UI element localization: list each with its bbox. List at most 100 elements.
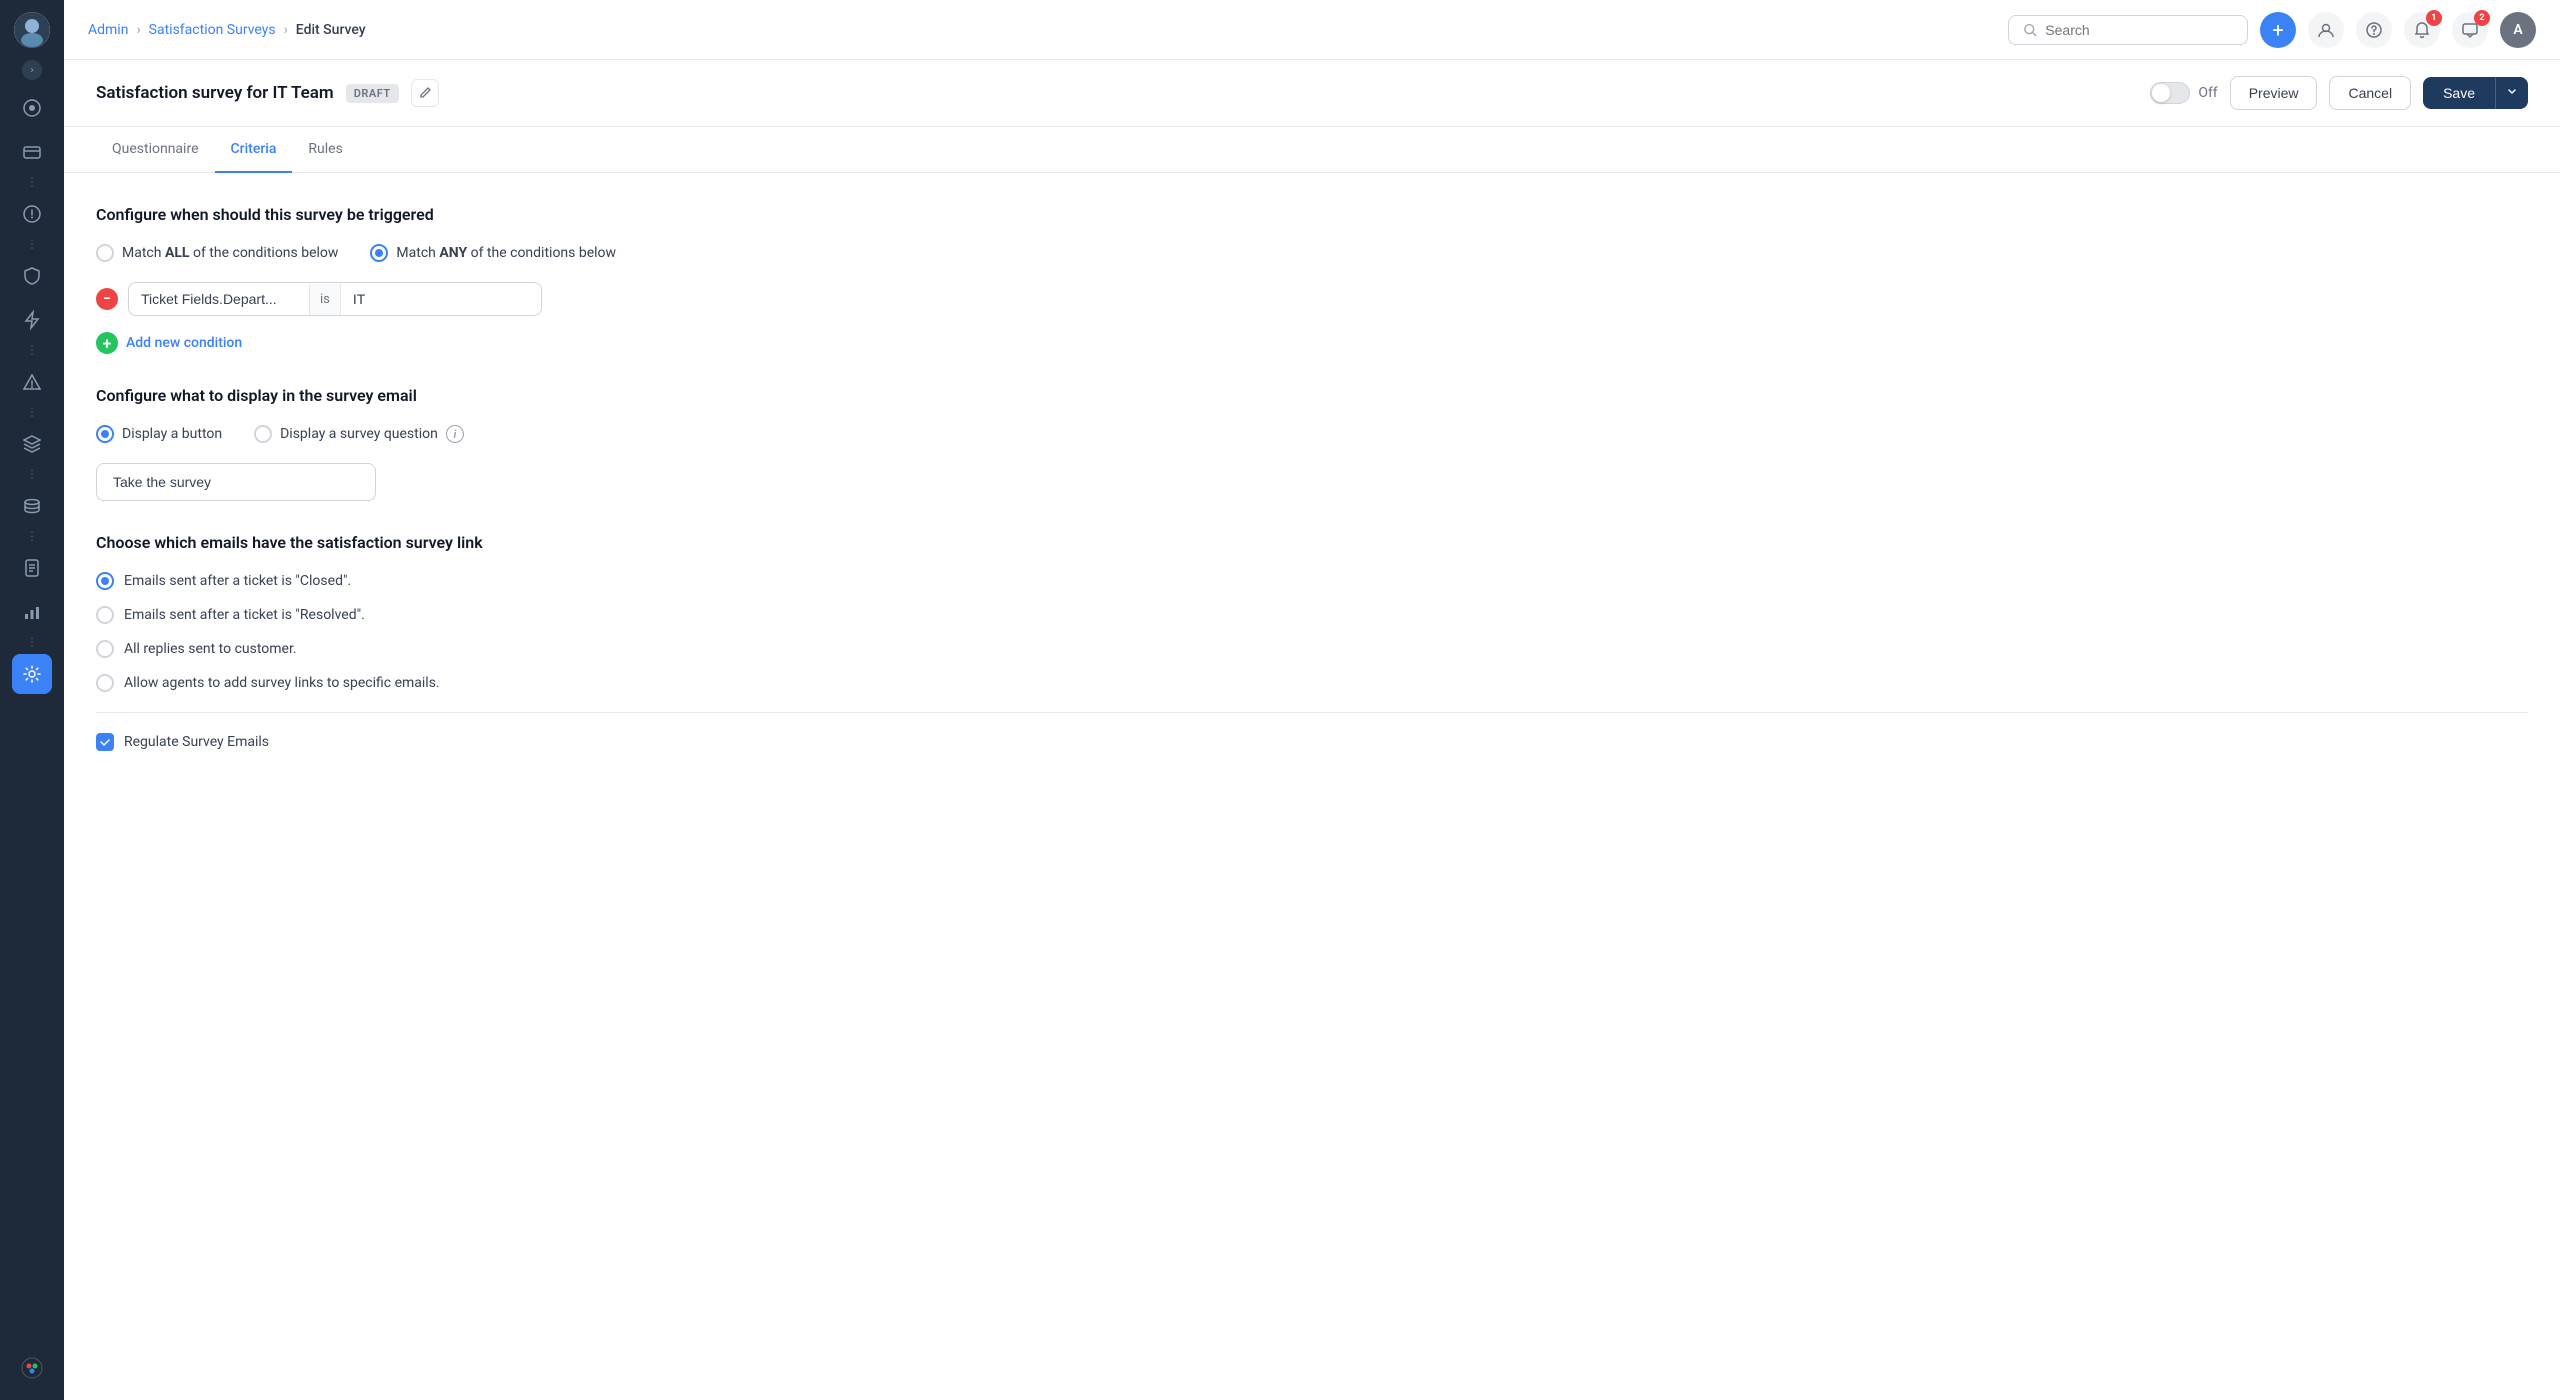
sidebar-item-analytics[interactable] [12,592,52,632]
email-section: Choose which emails have the satisfactio… [96,533,2528,751]
sidebar-item-home[interactable] [12,88,52,128]
sidebar-dots-1[interactable]: ⋮ [26,174,38,190]
survey-header-bar: Satisfaction survey for IT Team DRAFT Of… [64,60,2560,127]
email-option-replies[interactable]: All replies sent to customer. [96,640,2528,658]
regulate-checkbox[interactable] [96,733,114,751]
add-condition-label: Add new condition [126,335,242,351]
tab-criteria[interactable]: Criteria [215,127,293,173]
toggle-label: Off [2198,85,2217,101]
save-button[interactable]: Save [2423,77,2495,109]
sidebar-item-inbox[interactable] [12,132,52,172]
toggle-row: Off [2150,82,2217,104]
sidebar-dots-2[interactable]: ⋮ [26,236,38,252]
sidebar-dots-4[interactable]: ⋮ [26,404,38,420]
help-btn[interactable] [2356,12,2392,48]
tab-questionnaire[interactable]: Questionnaire [96,127,215,173]
sidebar-item-shield[interactable] [12,256,52,296]
add-condition-btn[interactable]: + Add new condition [96,332,2528,354]
notifications-badge: 1 [2426,10,2442,26]
match-all-option[interactable]: Match ALL of the conditions below [96,244,338,262]
sidebar-item-database[interactable] [12,486,52,526]
trigger-section-title: Configure when should this survey be tri… [96,205,2528,224]
button-text-input[interactable] [96,463,376,501]
messages-btn[interactable]: 2 [2452,12,2488,48]
tabs: Questionnaire Criteria Rules [64,127,2560,173]
breadcrumb: Admin › Satisfaction Surveys › Edit Surv… [88,22,366,38]
sidebar-item-warning[interactable] [12,362,52,402]
email-resolved-radio[interactable] [96,606,114,624]
email-specific-label: Allow agents to add survey links to spec… [124,675,440,691]
regulate-row: Regulate Survey Emails [96,733,2528,751]
match-all-radio[interactable] [96,244,114,262]
sidebar-item-docs[interactable] [12,548,52,588]
add-button[interactable]: + [2260,12,2296,48]
sidebar-item-colorful[interactable] [12,1348,52,1388]
email-option-resolved[interactable]: Emails sent after a ticket is "Resolved"… [96,606,2528,624]
breadcrumb-current: Edit Survey [296,22,366,38]
sidebar-dots-7[interactable]: ⋮ [26,634,38,650]
survey-title-row: Satisfaction survey for IT Team DRAFT [96,79,439,107]
email-replies-label: All replies sent to customer. [124,641,297,657]
agent-icon-btn[interactable] [2308,12,2344,48]
display-question-option[interactable]: Display a survey question i [254,425,464,443]
condition-field-input[interactable] [129,283,309,315]
header: Admin › Satisfaction Surveys › Edit Surv… [64,0,2560,60]
main-content: Admin › Satisfaction Surveys › Edit Surv… [64,0,2560,1400]
sidebar: › ⋮ ⋮ ⋮ ⋮ ⋮ [0,0,64,1400]
remove-condition-btn[interactable]: − [96,288,118,310]
sidebar-item-layers[interactable] [12,424,52,464]
criteria-content: Configure when should this survey be tri… [64,173,2560,1400]
match-any-radio[interactable] [370,244,388,262]
preview-button[interactable]: Preview [2230,76,2318,110]
email-closed-radio[interactable] [96,572,114,590]
survey-title: Satisfaction survey for IT Team [96,83,334,103]
messages-badge: 2 [2474,10,2490,26]
email-specific-radio[interactable] [96,674,114,692]
display-button-radio[interactable] [96,425,114,443]
display-button-option[interactable]: Display a button [96,425,222,443]
divider [96,712,2528,713]
notifications-btn[interactable]: 1 [2404,12,2440,48]
match-any-dot [375,249,383,257]
email-option-closed[interactable]: Emails sent after a ticket is "Closed". [96,572,2528,590]
user-avatar[interactable]: A [2500,12,2536,48]
match-any-label: Match ANY of the conditions below [396,245,616,261]
email-replies-radio[interactable] [96,640,114,658]
match-any-option[interactable]: Match ANY of the conditions below [370,244,616,262]
sidebar-dots-6[interactable]: ⋮ [26,528,38,544]
search-box[interactable] [2008,15,2248,45]
sidebar-collapse-btn[interactable]: › [22,60,42,80]
breadcrumb-surveys[interactable]: Satisfaction Surveys [149,22,276,38]
draft-badge: DRAFT [346,84,399,103]
trigger-section: Configure when should this survey be tri… [96,205,2528,354]
form-area: Configure when should this survey be tri… [64,173,2560,811]
display-question-radio[interactable] [254,425,272,443]
sidebar-item-settings[interactable] [12,654,52,694]
info-icon[interactable]: i [446,425,464,443]
condition-operator: is [309,284,341,315]
sidebar-item-issues[interactable] [12,194,52,234]
sidebar-dots-3[interactable]: ⋮ [26,342,38,358]
survey-toggle[interactable] [2150,82,2190,104]
match-all-label: Match ALL of the conditions below [122,245,338,261]
sidebar-item-lightning[interactable] [12,300,52,340]
condition-field[interactable]: is [128,282,542,316]
display-button-dot [101,430,109,438]
email-closed-label: Emails sent after a ticket is "Closed". [124,573,351,589]
sidebar-dots-5[interactable]: ⋮ [26,466,38,482]
avatar[interactable] [14,12,50,48]
edit-title-btn[interactable] [411,79,439,107]
breadcrumb-admin[interactable]: Admin [88,22,128,38]
regulate-label: Regulate Survey Emails [124,734,269,750]
display-button-label: Display a button [122,426,222,442]
condition-value-input[interactable] [341,283,541,315]
search-input[interactable] [2045,22,2233,38]
add-condition-icon: + [96,332,118,354]
display-radio-group: Display a button Display a survey questi… [96,425,2528,443]
tab-rules[interactable]: Rules [292,127,358,173]
cancel-button[interactable]: Cancel [2329,76,2411,110]
email-option-specific[interactable]: Allow agents to add survey links to spec… [96,674,2528,692]
save-dropdown-btn[interactable] [2495,77,2528,109]
save-wrapper: Save [2423,77,2528,109]
search-icon [2023,22,2037,38]
